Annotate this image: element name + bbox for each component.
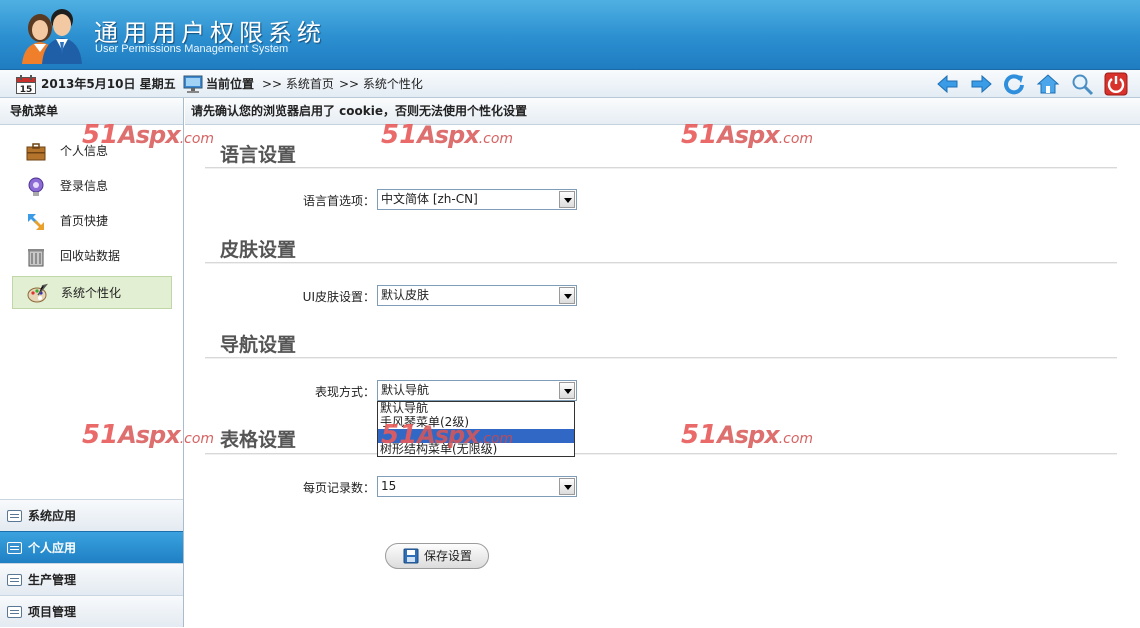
section-production-mgmt[interactable]: 生产管理: [0, 563, 183, 595]
table-section-title: 表格设置: [220, 429, 297, 451]
calendar-icon: 15: [16, 75, 36, 94]
nav-value: 默认导航: [381, 383, 430, 397]
sidebar-sections: 系统应用 个人应用 生产管理 项目管理: [0, 499, 183, 627]
search-icon[interactable]: [1070, 72, 1094, 96]
page-size-select[interactable]: 15: [377, 476, 577, 497]
section-label: 个人应用: [28, 541, 77, 555]
sidebar-item-label: 个人信息: [60, 144, 109, 158]
section-personal-apps[interactable]: 个人应用: [0, 531, 183, 563]
nav-select[interactable]: 默认导航: [377, 380, 577, 401]
section-system-apps[interactable]: 系统应用: [0, 499, 183, 531]
language-section-title: 语言设置: [220, 144, 297, 166]
sidebar: 导航菜单 个人信息 登录信息 首页快捷 回收站数据 系统个性化 系统应用 个人应…: [0, 98, 184, 627]
home-icon[interactable]: [1036, 72, 1060, 96]
divider: [205, 167, 1117, 169]
list-icon: [7, 542, 22, 554]
divider: [205, 262, 1117, 264]
monitor-icon: [183, 75, 203, 93]
sidebar-item-recycle-bin[interactable]: 回收站数据: [12, 240, 172, 273]
shortcut-arrows-icon: [28, 214, 44, 230]
briefcase-icon: [26, 143, 46, 161]
save-label: 保存设置: [424, 549, 473, 563]
users-logo-icon: [22, 9, 82, 64]
section-label: 系统应用: [28, 509, 77, 523]
sidebar-item-label: 登录信息: [60, 179, 109, 193]
divider: [205, 453, 1117, 455]
language-label: 语言首选项：: [302, 194, 375, 208]
back-icon[interactable]: [936, 72, 960, 96]
breadcrumb-home[interactable]: >> 系统首页: [262, 70, 334, 98]
main-content: 请先确认您的浏览器启用了 cookie，否则无法使用个性化设置 语言设置 语言首…: [185, 98, 1140, 627]
page-size-value: 15: [381, 479, 397, 493]
list-icon: [7, 574, 22, 586]
app-subtitle: User Permissions Management System: [95, 43, 289, 55]
skin-value: 默认皮肤: [381, 288, 430, 302]
app-header: 通用用户权限系统 User Permissions Management Sys…: [0, 0, 1140, 70]
location-label: 当前位置: [206, 77, 255, 91]
sidebar-item-label: 首页快捷: [60, 214, 109, 228]
section-label: 项目管理: [28, 605, 77, 619]
sidebar-item-login-info[interactable]: 登录信息: [12, 170, 172, 203]
breadcrumb-current: >> 系统个性化: [339, 77, 423, 91]
language-value: 中文简体 [zh-CN]: [381, 192, 478, 206]
language-select[interactable]: 中文简体 [zh-CN]: [377, 189, 577, 210]
section-project-mgmt[interactable]: 项目管理: [0, 595, 183, 627]
refresh-icon[interactable]: [1002, 72, 1026, 96]
sidebar-item-personal-info[interactable]: 个人信息: [12, 135, 172, 168]
dropdown-option[interactable]: 树形结构菜单(无限级): [378, 443, 574, 457]
section-label: 生产管理: [28, 573, 77, 587]
sidebar-item-label: 系统个性化: [61, 286, 122, 300]
chevron-down-icon[interactable]: [559, 382, 575, 399]
sidebar-item-home-shortcut[interactable]: 首页快捷: [12, 205, 172, 238]
dropdown-option[interactable]: 手风琴菜单(2级): [378, 416, 574, 430]
skin-section-title: 皮肤设置: [220, 239, 297, 261]
calendar-day: 15: [20, 85, 33, 94]
skin-label: UI皮肤设置：: [302, 290, 375, 304]
power-icon[interactable]: [1104, 72, 1128, 96]
toolbar-icons: [936, 72, 1136, 96]
cookie-notice: 请先确认您的浏览器启用了 cookie，否则无法使用个性化设置: [185, 98, 1140, 125]
floppy-disk-icon: [403, 548, 419, 564]
recycle-bin-icon: [28, 249, 44, 267]
list-icon: [7, 606, 22, 618]
page-size-label: 每页记录数：: [302, 481, 375, 495]
dropdown-option[interactable]: 默认导航: [378, 402, 574, 416]
save-settings-button[interactable]: 保存设置: [385, 543, 489, 569]
sidebar-item-label: 回收站数据: [60, 249, 121, 263]
toolbar: 15 2013年5月10日 星期五 当前位置 >> 系统首页 >> 系统个性化: [0, 70, 1140, 98]
nav-dropdown-list: 默认导航 手风琴菜单(2级) 树形结构菜单(无限级): [377, 401, 575, 457]
forward-icon[interactable]: [969, 72, 993, 96]
sidebar-item-personalization[interactable]: 系统个性化: [12, 276, 172, 309]
nav-label: 表现方式：: [314, 385, 375, 399]
dropdown-option-highlighted[interactable]: [378, 429, 574, 443]
chevron-down-icon[interactable]: [559, 478, 575, 495]
nav-section-title: 导航设置: [220, 334, 297, 356]
bulb-icon: [28, 177, 44, 196]
chevron-down-icon[interactable]: [559, 191, 575, 208]
chevron-down-icon[interactable]: [559, 287, 575, 304]
list-icon: [7, 510, 22, 522]
skin-select[interactable]: 默认皮肤: [377, 285, 577, 306]
divider: [205, 357, 1117, 359]
palette-icon: [27, 283, 48, 303]
current-date: 2013年5月10日 星期五: [41, 77, 176, 91]
sidebar-title: 导航菜单: [0, 98, 183, 125]
